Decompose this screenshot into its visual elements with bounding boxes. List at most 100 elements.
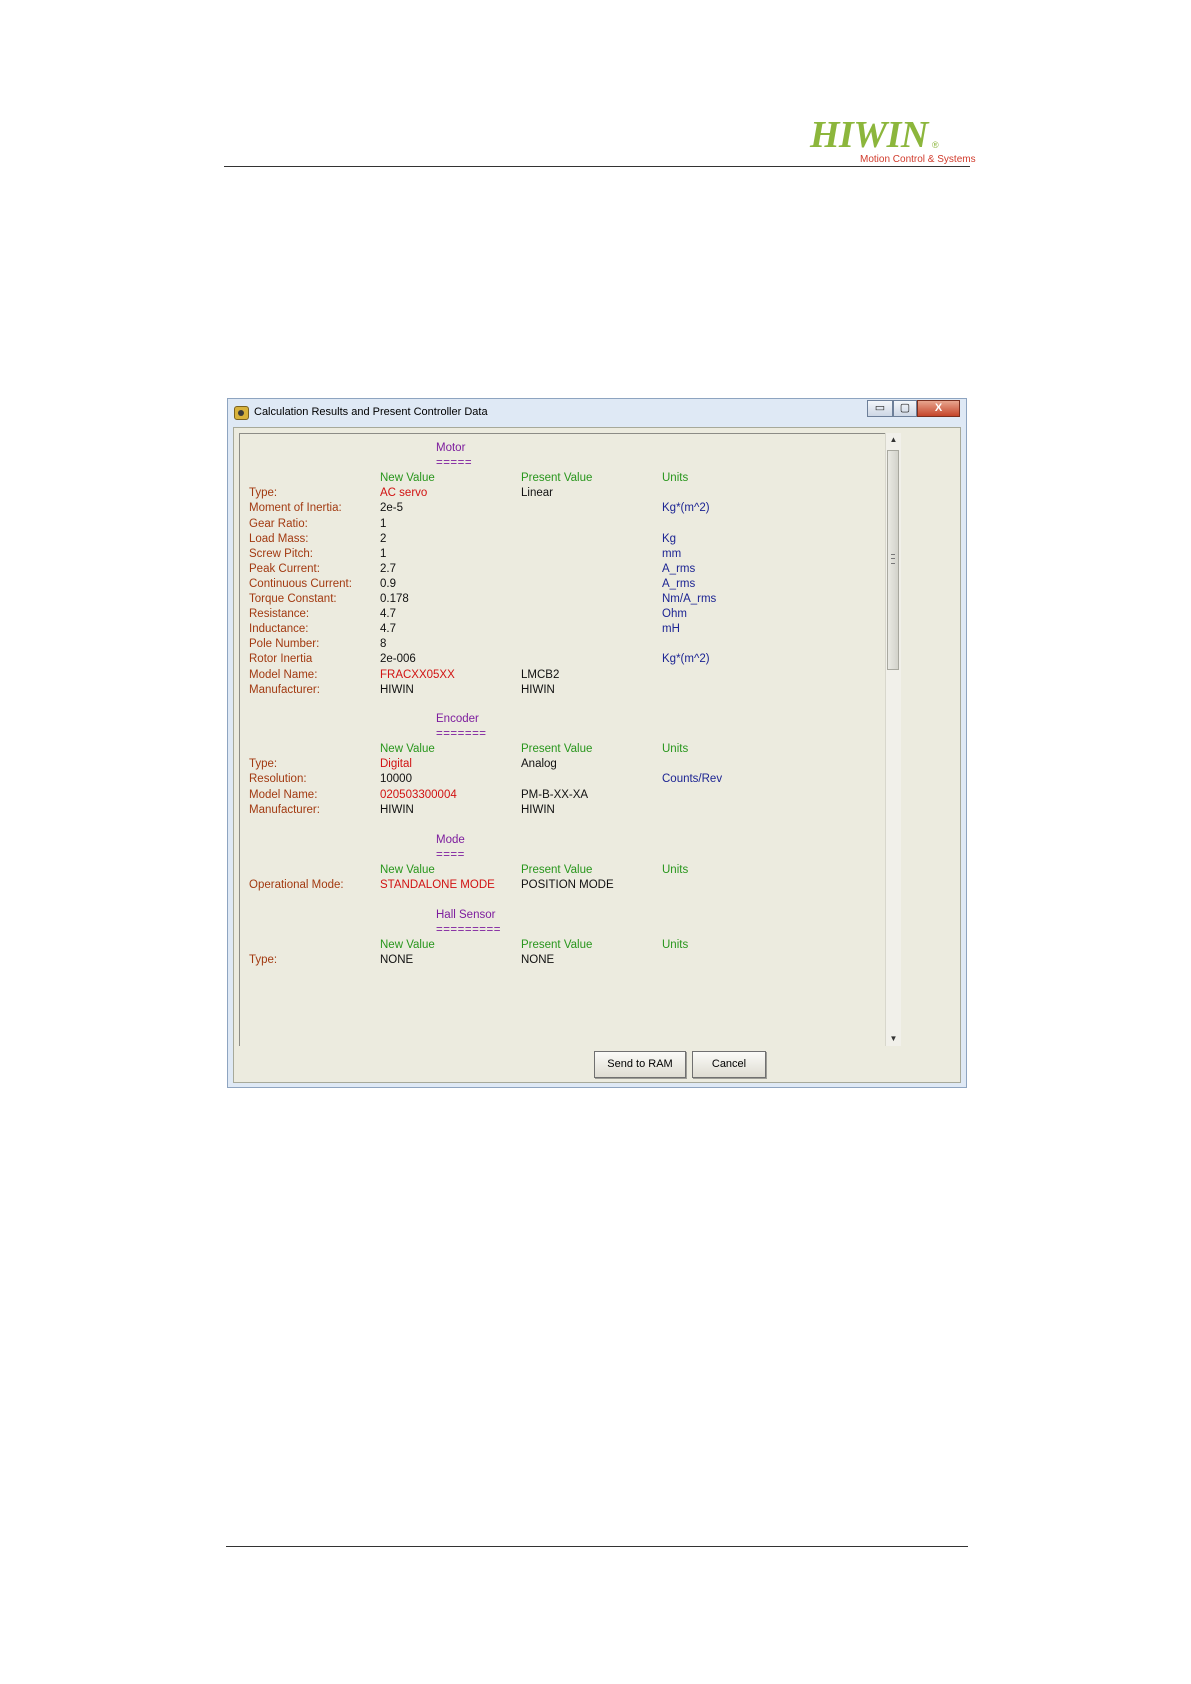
hall-section-underline-row: ========= (240, 922, 880, 938)
mode-section-underline: ==== (436, 849, 465, 862)
scroll-thumb[interactable] (887, 450, 899, 670)
scroll-up-arrow-icon[interactable]: ▲ (886, 433, 901, 447)
column-header-units: Units (662, 864, 689, 877)
motor-data-row: Type: AC servo Linear (240, 485, 880, 501)
present-value: HIWIN (521, 683, 555, 696)
motor-data-row: Inductance: 4.7 mH (240, 621, 880, 637)
maximize-button[interactable]: ▢ (893, 400, 917, 417)
parameter-label: Moment of Inertia: (249, 502, 342, 515)
motor-data-row: Resistance: 4.7 Ohm (240, 606, 880, 622)
motor-data-row: Gear Ratio: 1 (240, 516, 880, 532)
hiwin-logo: HIWIN ® Motion Control & Systems (810, 114, 976, 166)
encoder-data-row: Manufacturer: HIWIN HIWIN (240, 802, 880, 818)
mode-section-heading: Mode (240, 832, 880, 848)
parameter-label: Type: (249, 487, 278, 500)
hall-section-heading: Hall Sensor (240, 907, 880, 923)
unit: Ohm (662, 608, 687, 621)
logo-wordmark: HIWIN (810, 114, 928, 156)
send-to-ram-button[interactable]: Send to RAM (594, 1051, 686, 1078)
logo-registered-mark: ® (932, 140, 939, 150)
column-header-units: Units (662, 472, 689, 485)
unit: A_rms (662, 562, 696, 575)
new-value: 8 (380, 638, 387, 651)
column-header-new-value: New Value (380, 743, 435, 756)
encoder-data-row: Model Name: 020503300004 PM-B-XX-XA (240, 787, 880, 803)
motor-data-row: Pole Number: 8 (240, 636, 880, 652)
parameter-label: Model Name: (249, 668, 318, 681)
close-button[interactable]: X (917, 400, 960, 417)
parameter-label: Model Name: (249, 788, 318, 801)
parameter-label: Gear Ratio: (249, 517, 308, 530)
parameter-label: Operational Mode: (249, 879, 344, 892)
minimize-button[interactable]: ▭ (867, 400, 893, 417)
motor-data-row: Torque Constant: 0.178 Nm/A_rms (240, 591, 880, 607)
column-header-new-value: New Value (380, 472, 435, 485)
unit: Kg (662, 532, 677, 545)
hall-column-header: New Value Present Value Units (240, 937, 880, 953)
unit: Nm/A_rms (662, 593, 717, 605)
unit: mH (662, 623, 680, 636)
column-header-present-value: Present Value (521, 939, 593, 952)
window-title: Calculation Results and Present Controll… (254, 406, 488, 418)
motor-data-row: Manufacturer: HIWIN HIWIN (240, 682, 880, 698)
motor-data-row: Moment of Inertia: 2e-5 Kg*(m^2) (240, 500, 880, 516)
new-value: HIWIN (380, 683, 414, 696)
vertical-scrollbar[interactable]: ▲ ▼ (885, 433, 901, 1046)
unit: Counts/Rev (662, 773, 723, 786)
dialog-client-area: Motor ===== New Value Present Value Units Typ… (233, 427, 961, 1083)
encoder-column-header: New Value Present Value Units (240, 741, 880, 757)
motor-section-underline-row: ===== (240, 455, 880, 471)
motor-data-row: Continuous Current: 0.9 A_rms (240, 576, 880, 592)
new-value: 10000 (380, 773, 412, 786)
hall-data-row: Type: NONE NONE (240, 952, 880, 968)
motor-data-row: Load Mass: 2 Kg (240, 531, 880, 547)
mode-column-header: New Value Present Value Units (240, 862, 880, 878)
column-header-present-value: Present Value (521, 743, 593, 756)
present-value: POSITION MODE (521, 879, 614, 892)
present-value: HIWIN (521, 803, 555, 816)
encoder-data-row: Type: Digital Analog (240, 756, 880, 772)
app-icon (234, 406, 249, 420)
present-value: Analog (521, 758, 557, 771)
motor-data-row: Rotor Inertia 2e-006 Kg*(m^2) (240, 651, 880, 667)
new-value: 0.178 (380, 593, 409, 605)
new-value: NONE (380, 954, 414, 967)
scroll-down-arrow-icon[interactable]: ▼ (886, 1032, 901, 1046)
mode-section-title: Mode (436, 834, 465, 846)
new-value: 2.7 (380, 562, 396, 575)
column-header-present-value: Present Value (521, 472, 593, 485)
title-bar[interactable]: Calculation Results and Present Controll… (228, 399, 966, 427)
footer-rule (226, 1546, 968, 1547)
new-value: 0.9 (380, 577, 396, 590)
parameter-label: Manufacturer: (249, 683, 320, 696)
unit: Kg*(m^2) (662, 653, 710, 666)
results-text-area[interactable]: Motor ===== New Value Present Value Units Typ… (239, 433, 885, 1046)
unit: A_rms (662, 577, 696, 590)
encoder-data-row: Resolution: 10000 Counts/Rev (240, 771, 880, 787)
parameter-label: Inductance: (249, 623, 309, 636)
parameter-label: Resolution: (249, 773, 307, 786)
motor-section-title: Motor (436, 442, 466, 454)
mode-section-underline-row: ==== (240, 847, 880, 863)
motor-data-row: Model Name: FRACXX05XX LMCB2 (240, 667, 880, 683)
cancel-button[interactable]: Cancel (692, 1051, 766, 1078)
new-value: 020503300004 (380, 788, 457, 801)
encoder-section-heading: Encoder (240, 711, 880, 727)
unit: Kg*(m^2) (662, 502, 710, 515)
parameter-label: Manufacturer: (249, 803, 320, 816)
logo-tagline: Motion Control & Systems (860, 154, 976, 165)
scroll-grip-icon (891, 554, 895, 564)
new-value: 1 (380, 517, 387, 530)
parameter-label: Resistance: (249, 608, 310, 621)
parameter-label: Continuous Current: (249, 577, 352, 590)
column-header-present-value: Present Value (521, 864, 593, 877)
motor-data-row: Screw Pitch: 1 mm (240, 546, 880, 562)
new-value: STANDALONE MODE (380, 879, 495, 892)
unit: mm (662, 547, 682, 560)
motor-section-underline: ===== (436, 457, 473, 470)
hall-section-underline: ========= (436, 924, 501, 937)
header-rule (224, 166, 970, 167)
new-value: 2 (380, 532, 387, 545)
new-value: 4.7 (380, 608, 396, 621)
parameter-label: Torque Constant: (249, 593, 337, 605)
